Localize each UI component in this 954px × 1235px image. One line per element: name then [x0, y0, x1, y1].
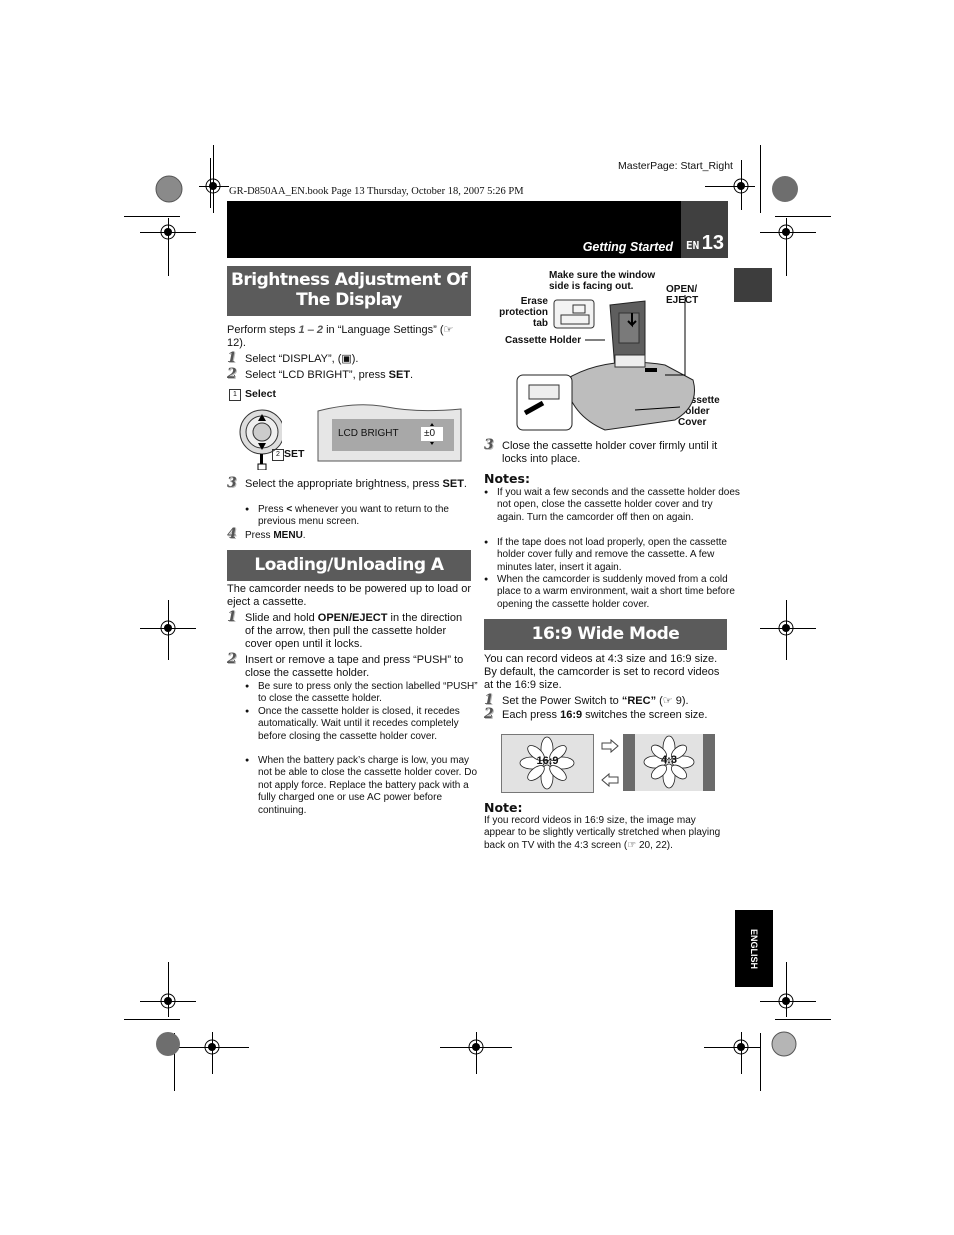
bullet-text: Press: [258, 504, 287, 515]
masterpage-label: MasterPage: Start_Right: [618, 160, 733, 172]
step-text: Set the Power Switch to: [502, 695, 622, 707]
loading-bullet-3: When the battery pack’s charge is low, y…: [245, 755, 484, 817]
chapter-tab-marker: [734, 268, 772, 302]
step-text-end: (☞ 9).: [656, 695, 689, 707]
camcorder-cassette-illustration: [516, 295, 695, 431]
step-bold-text: OPEN/EJECT: [317, 612, 388, 624]
brightness-step-4: 4 Press MENU.: [227, 526, 475, 542]
language-code: EN: [686, 239, 700, 252]
aspect-label-16-9: 16:9: [536, 755, 559, 767]
aspect-label-4-3: 4:3: [661, 754, 677, 766]
note-item-3: When the camcorder is suddenly moved fro…: [484, 574, 740, 611]
step-number-icon: 2: [484, 706, 494, 722]
loading-intro: The camcorder needs to be powered up to …: [227, 583, 471, 609]
step-text: Select “DISPLAY”, (▣).: [245, 353, 359, 365]
step-bold-text: SET: [442, 478, 464, 490]
step-text: Select the appropriate brightness, press: [245, 478, 443, 490]
language-side-tab: ENGLISH: [735, 910, 773, 987]
page-number: 13: [701, 232, 724, 254]
callout-number: 2: [272, 449, 284, 461]
brightness-step-3: 3 Select the appropriate brightness, pre…: [227, 475, 475, 491]
step-text: Select “LCD BRIGHT”, press: [245, 369, 389, 381]
step-text: Each press: [502, 709, 561, 721]
step-bold-text: MENU: [273, 530, 303, 541]
language-side-tab-label: ENGLISH: [749, 928, 759, 969]
step-number-icon: 2: [227, 366, 237, 382]
set-label: SET: [284, 448, 305, 460]
brightness-section-title: Brightness Adjustment Of The Display: [227, 266, 471, 316]
loading-bullet-2: Once the cassette holder is closed, it r…: [245, 706, 484, 743]
step-number-icon: 1: [227, 609, 237, 625]
loading-step-2: 2 Insert or remove a tape and press “PUS…: [227, 651, 471, 680]
step-text: Press: [245, 530, 274, 541]
wide-step-1: 1 Set the Power Switch to “REC” (☞ 9).: [484, 693, 742, 708]
notes-heading: Notes:: [484, 471, 530, 486]
book-slug-line: GR-D850AA_EN.book Page 13 Thursday, Octo…: [229, 186, 524, 197]
screen-16-9-illustration: 16:9: [501, 734, 594, 793]
step-number-icon: 1: [227, 350, 237, 366]
step-number-icon: 4: [227, 526, 237, 542]
step-text-end: .: [410, 369, 414, 381]
select-label: Select: [245, 388, 276, 400]
lcd-bright-value: ±0: [424, 428, 436, 439]
page-number-box: EN 13: [681, 201, 728, 258]
loading-section-title: Loading/Unloading A Cassette: [227, 550, 471, 606]
note-item-2: If the tape does not load properly, open…: [484, 537, 740, 574]
note-heading: Note:: [484, 800, 523, 815]
step-text: Insert or remove a tape and press “PUSH”…: [245, 654, 464, 680]
intro-text: Perform steps: [227, 324, 299, 336]
lcd-bright-label: LCD BRIGHT: [338, 428, 399, 439]
page-header-bar: Getting Started: [227, 201, 681, 258]
brightness-step-2: 2 Select “LCD BRIGHT”, press SET.: [227, 366, 475, 382]
section-name: Getting Started: [582, 240, 673, 254]
step-text: Close the cassette holder cover firmly u…: [502, 440, 718, 466]
step-text-end: .: [463, 478, 467, 490]
brightness-intro: Perform steps 1 – 2 in “Language Setting…: [227, 324, 471, 350]
wide-mode-section-title: 16:9 Wide Mode: [484, 619, 727, 650]
loading-bullet-1: Be sure to press only the section labell…: [245, 681, 484, 706]
step-text: Slide and hold: [245, 612, 318, 624]
step-bold-text: 16:9: [560, 709, 583, 721]
brightness-bullet: Press < whenever you want to return to t…: [245, 504, 484, 529]
loading-step-3: 3 Close the cassette holder cover firmly…: [484, 437, 742, 466]
loading-step-1: 1 Slide and hold OPEN/EJECT in the direc…: [227, 609, 471, 652]
wide-mode-intro: You can record videos at 4:3 size and 16…: [484, 653, 720, 692]
screen-4-3-illustration: 4:3: [623, 734, 715, 791]
step-number-icon: 3: [484, 437, 494, 453]
window-side-label: Make sure the window side is facing out.: [549, 270, 656, 292]
wide-mode-note: If you record videos in 16:9 size, the i…: [484, 815, 721, 851]
intro-dash: –: [304, 324, 317, 336]
wide-step-2: 2 Each press 16:9 switches the screen si…: [484, 706, 742, 722]
step-bold-text: SET: [388, 369, 411, 381]
step-number-icon: 3: [227, 475, 237, 491]
note-item-1: If you wait a few seconds and the casset…: [484, 487, 740, 524]
step-text-end: .: [302, 530, 306, 541]
brightness-step-1: 1 Select “DISPLAY”, (▣).: [227, 350, 475, 366]
step-text-end: switches the screen size.: [582, 709, 708, 721]
step-bold-text: “REC”: [621, 695, 657, 707]
switch-arrows-icon: [601, 739, 619, 788]
step-number-icon: 2: [227, 651, 237, 667]
